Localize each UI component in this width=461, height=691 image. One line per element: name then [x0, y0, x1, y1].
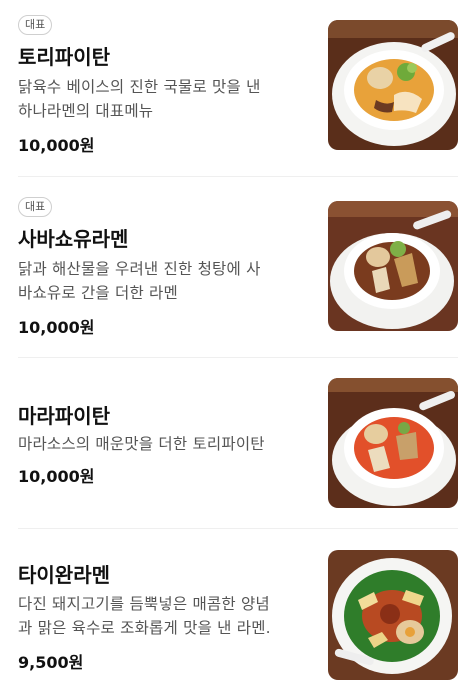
- menu-item-name: 타이완라멘: [18, 563, 110, 587]
- menu-item-tori-paitan[interactable]: 대표 토리파이탄 닭육수 베이스의 진한 국물로 맛을 낸 하나라멘의 대표메뉴…: [0, 0, 461, 176]
- mala-paitan-ramen-photo: [328, 378, 458, 508]
- saba-shoyu-ramen-photo: [328, 201, 458, 331]
- menu-item-price: 9,500원: [18, 653, 84, 672]
- menu-item-saba-shoyu[interactable]: 대표 사바쇼유라멘 닭과 해산물을 우려낸 진한 청탕에 사 바쇼유로 간을 더…: [0, 177, 461, 357]
- menu-item-description: 닭육수 베이스의 진한 국물로 맛을 낸 하나라멘의 대표메뉴: [18, 75, 308, 123]
- ramen-bowl-icon: [328, 201, 458, 331]
- menu-list: 대표 토리파이탄 닭육수 베이스의 진한 국물로 맛을 낸 하나라멘의 대표메뉴…: [0, 0, 461, 691]
- menu-item-description: 닭과 해산물을 우려낸 진한 청탕에 사 바쇼유로 간을 더한 라멘: [18, 257, 308, 305]
- ramen-bowl-icon: [328, 550, 458, 680]
- ramen-bowl-icon: [328, 20, 458, 150]
- ramen-bowl-icon: [328, 378, 458, 508]
- description-line: 바쇼유로 간을 더한 라멘: [18, 284, 178, 302]
- menu-item-price: 10,000원: [18, 318, 95, 337]
- menu-item-description: 다진 돼지고기를 듬뿍넣은 매콤한 양념 과 맑은 육수로 조화롭게 맛을 낸 …: [18, 592, 308, 640]
- signature-badge: 대표: [18, 197, 53, 217]
- description-line: 하나라멘의 대표메뉴: [18, 102, 154, 120]
- menu-item-mala-paitan[interactable]: 마라파이탄 마라소스의 매운맛을 더한 토리파이탄 10,000원: [0, 358, 461, 528]
- menu-item-description: 마라소스의 매운맛을 더한 토리파이탄: [18, 432, 308, 456]
- menu-item-taiwan-ramen[interactable]: 타이완라멘 다진 돼지고기를 듬뿍넣은 매콤한 양념 과 맑은 육수로 조화롭게…: [0, 529, 461, 691]
- menu-item-price: 10,000원: [18, 136, 95, 155]
- menu-item-price: 10,000원: [18, 467, 95, 486]
- description-line: 닭육수 베이스의 진한 국물로 맛을 낸: [18, 78, 261, 96]
- signature-badge: 대표: [18, 15, 53, 35]
- taiwan-ramen-photo: [328, 550, 458, 680]
- description-line: 마라소스의 매운맛을 더한 토리파이탄: [18, 435, 265, 453]
- description-line: 과 맑은 육수로 조화롭게 맛을 낸 라멘.: [18, 619, 271, 637]
- chicken-paitan-ramen-photo: [328, 20, 458, 150]
- description-line: 다진 돼지고기를 듬뿍넣은 매콤한 양념: [18, 595, 270, 613]
- menu-item-name: 토리파이탄: [18, 45, 110, 69]
- menu-item-name: 마라파이탄: [18, 404, 110, 428]
- menu-item-name: 사바쇼유라멘: [18, 227, 129, 251]
- description-line: 닭과 해산물을 우려낸 진한 청탕에 사: [18, 260, 261, 278]
